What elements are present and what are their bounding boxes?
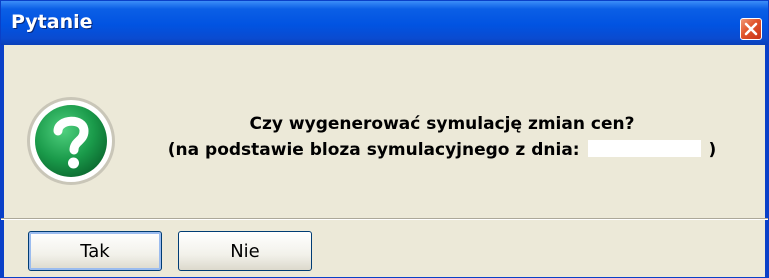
no-button[interactable]: Nie bbox=[178, 231, 312, 271]
message-line-1: Czy wygenerować symulację zmian cen? bbox=[249, 114, 635, 134]
message-line-2-text: (na podstawie bloza symulacyjnego z dnia… bbox=[167, 140, 580, 160]
message-line-2: (na podstawie bloza symulacyjnego z dnia… bbox=[127, 140, 757, 160]
yes-button[interactable]: Tak bbox=[28, 231, 162, 271]
close-button[interactable] bbox=[740, 18, 762, 40]
question-icon bbox=[27, 97, 115, 185]
close-icon bbox=[744, 22, 758, 36]
message-line-2-close: ) bbox=[708, 140, 717, 160]
window-title: Pytanie bbox=[11, 11, 93, 33]
question-dialog: Pytanie Czy wygenerować symulację zmian … bbox=[0, 0, 769, 278]
redacted-date-box bbox=[587, 140, 701, 157]
yes-button-label: Tak bbox=[80, 240, 110, 262]
separator bbox=[1, 218, 768, 220]
title-bar[interactable]: Pytanie bbox=[1, 1, 768, 45]
no-button-label: Nie bbox=[230, 240, 260, 262]
